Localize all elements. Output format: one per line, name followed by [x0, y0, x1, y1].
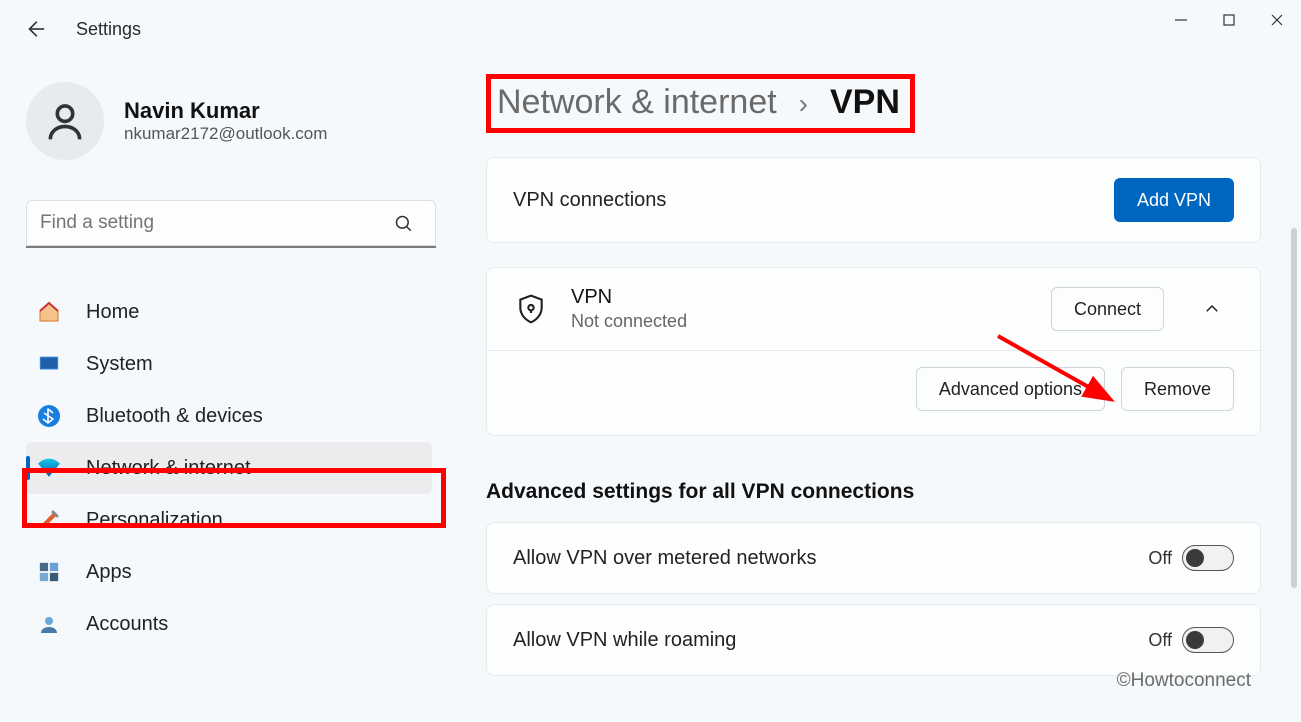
breadcrumb: Network & internet › VPN: [491, 79, 910, 128]
advanced-settings-heading: Advanced settings for all VPN connection…: [486, 480, 1261, 504]
sidebar-item-home[interactable]: Home: [26, 286, 432, 338]
vpn-status: Not connected: [571, 311, 1029, 332]
shield-icon: [513, 291, 549, 327]
chevron-up-icon[interactable]: [1190, 287, 1234, 331]
connect-button[interactable]: Connect: [1051, 287, 1164, 331]
toggle-row-roaming[interactable]: Allow VPN while roaming Off: [487, 605, 1260, 675]
sidebar-item-bluetooth[interactable]: Bluetooth & devices: [26, 390, 432, 442]
toggle-row-metered[interactable]: Allow VPN over metered networks Off: [487, 523, 1260, 593]
vpn-name: VPN: [571, 286, 1029, 309]
toggle-card-roaming: Allow VPN while roaming Off: [486, 604, 1261, 676]
bluetooth-icon: [36, 403, 62, 429]
toggle-switch[interactable]: [1182, 627, 1234, 653]
sidebar-item-network[interactable]: Network & internet: [26, 442, 432, 494]
close-button[interactable]: [1253, 0, 1301, 40]
watermark: ©Howtoconnect: [1117, 670, 1251, 692]
sidebar-item-label: Accounts: [86, 613, 168, 636]
title-bar: Settings: [0, 0, 1301, 58]
annotation-box-breadcrumb: Network & internet › VPN: [486, 74, 915, 133]
toggle-state: Off: [1148, 630, 1172, 651]
search-icon: [394, 214, 414, 239]
user-account[interactable]: Navin Kumar nkumar2172@outlook.com: [26, 82, 432, 160]
content-pane: Network & internet › VPN VPN connections…: [450, 58, 1301, 722]
scrollbar[interactable]: [1291, 228, 1297, 588]
sidebar-item-label: Home: [86, 301, 139, 324]
advanced-options-button[interactable]: Advanced options: [916, 367, 1105, 411]
app-title: Settings: [76, 19, 141, 40]
avatar: [26, 82, 104, 160]
toggle-label: Allow VPN while roaming: [513, 629, 1148, 652]
sidebar: Navin Kumar nkumar2172@outlook.com Home: [0, 58, 450, 722]
toggle-label: Allow VPN over metered networks: [513, 547, 1148, 570]
vpn-connections-card: VPN connections Add VPN: [486, 157, 1261, 243]
accounts-icon: [36, 611, 62, 637]
sidebar-item-label: System: [86, 353, 153, 376]
toggle-switch[interactable]: [1182, 545, 1234, 571]
vpn-actions: Advanced options Remove: [487, 351, 1260, 435]
vpn-item-card: VPN Not connected Connect Advanced optio…: [486, 267, 1261, 436]
user-email: nkumar2172@outlook.com: [124, 124, 327, 144]
sidebar-item-label: Apps: [86, 561, 132, 584]
brush-icon: [36, 507, 62, 533]
window-controls: [1157, 0, 1301, 40]
back-button[interactable]: [18, 12, 52, 46]
nav-list: Home System Bluetooth & devices Network …: [26, 286, 432, 650]
search-container: [26, 200, 432, 248]
user-name: Navin Kumar: [124, 98, 327, 124]
sidebar-item-label: Network & internet: [86, 457, 251, 480]
toggle-card-metered: Allow VPN over metered networks Off: [486, 522, 1261, 594]
chevron-right-icon: ›: [799, 90, 808, 118]
apps-icon: [36, 559, 62, 585]
sidebar-item-label: Bluetooth & devices: [86, 405, 263, 428]
maximize-button[interactable]: [1205, 0, 1253, 40]
sidebar-item-personalization[interactable]: Personalization: [26, 494, 432, 546]
system-icon: [36, 351, 62, 377]
home-icon: [36, 299, 62, 325]
remove-button[interactable]: Remove: [1121, 367, 1234, 411]
toggle-state: Off: [1148, 548, 1172, 569]
search-input[interactable]: [26, 200, 436, 248]
add-vpn-button[interactable]: Add VPN: [1114, 178, 1234, 222]
wifi-icon: [36, 455, 62, 481]
vpn-connections-title: VPN connections: [513, 189, 1114, 212]
sidebar-item-label: Personalization: [86, 509, 223, 532]
minimize-button[interactable]: [1157, 0, 1205, 40]
sidebar-item-accounts[interactable]: Accounts: [26, 598, 432, 650]
vpn-connection-row[interactable]: VPN Not connected Connect: [487, 268, 1260, 350]
sidebar-item-apps[interactable]: Apps: [26, 546, 432, 598]
breadcrumb-parent[interactable]: Network & internet: [497, 83, 777, 122]
breadcrumb-current: VPN: [830, 83, 900, 122]
sidebar-item-system[interactable]: System: [26, 338, 432, 390]
